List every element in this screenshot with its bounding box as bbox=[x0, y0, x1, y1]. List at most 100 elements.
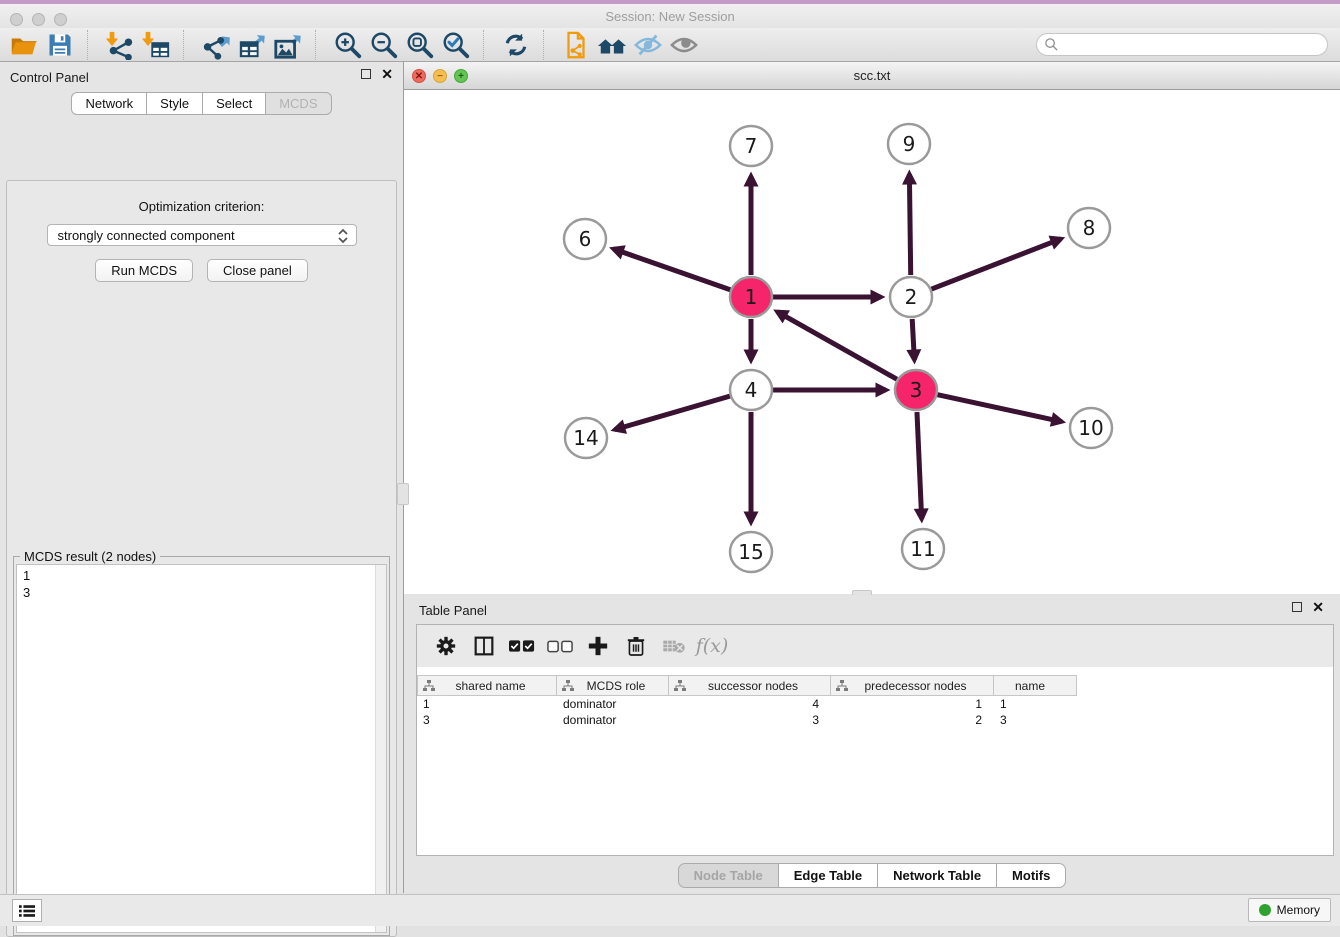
edge-3-10[interactable] bbox=[937, 395, 1061, 422]
export-image-button[interactable] bbox=[270, 29, 306, 61]
deselect-all-button[interactable] bbox=[541, 629, 579, 663]
refresh-layout-button[interactable] bbox=[498, 29, 534, 61]
table-cell[interactable]: 4 bbox=[669, 696, 831, 712]
table-cell[interactable]: 1 bbox=[417, 696, 557, 712]
column-header-MCDS-role[interactable]: MCDS role bbox=[557, 675, 669, 696]
table-row[interactable]: 1dominator411 bbox=[417, 696, 1333, 712]
column-header-successor-nodes[interactable]: successor nodes bbox=[669, 675, 831, 696]
table-cell[interactable]: 3 bbox=[994, 712, 1077, 728]
node-1[interactable]: 1 bbox=[730, 277, 772, 317]
network-window-titlebar[interactable]: ✕ − + scc.txt bbox=[404, 62, 1340, 90]
tab-network[interactable]: Network bbox=[71, 92, 147, 115]
panel-resize-grip[interactable] bbox=[397, 483, 409, 505]
node-6[interactable]: 6 bbox=[564, 219, 606, 259]
import-network-button[interactable] bbox=[102, 29, 138, 61]
column-header-name[interactable]: name bbox=[994, 675, 1077, 696]
select-all-button[interactable] bbox=[503, 629, 541, 663]
tab-network-table[interactable]: Network Table bbox=[878, 863, 997, 888]
tab-node-table[interactable]: Node Table bbox=[678, 863, 779, 888]
node-3[interactable]: 3 bbox=[895, 370, 937, 410]
node-15[interactable]: 15 bbox=[730, 532, 772, 572]
table-cell[interactable]: 1 bbox=[994, 696, 1077, 712]
control-panel: Control Panel ✕ NetworkStyleSelectMCDS O… bbox=[0, 62, 403, 893]
node-10[interactable]: 10 bbox=[1070, 408, 1112, 448]
tab-mcds[interactable]: MCDS bbox=[266, 92, 331, 115]
float-panel-icon[interactable] bbox=[1292, 602, 1302, 612]
node-9[interactable]: 9 bbox=[888, 124, 930, 164]
zoom-selected-button[interactable] bbox=[438, 29, 474, 61]
export-table-button[interactable] bbox=[234, 29, 270, 61]
table-cell[interactable]: 1 bbox=[831, 696, 994, 712]
node-4[interactable]: 4 bbox=[730, 370, 772, 410]
table-cell[interactable]: 3 bbox=[417, 712, 557, 728]
table-cell[interactable]: 2 bbox=[831, 712, 994, 728]
task-history-button[interactable] bbox=[12, 899, 42, 922]
node-14[interactable]: 14 bbox=[565, 418, 607, 458]
edge-2-3[interactable] bbox=[912, 319, 914, 360]
show-column-button[interactable] bbox=[465, 629, 503, 663]
network-minimize-button[interactable]: − bbox=[433, 69, 447, 83]
svg-text:9: 9 bbox=[903, 132, 916, 156]
svg-text:10: 10 bbox=[1078, 416, 1103, 440]
zoom-fit-button[interactable] bbox=[402, 29, 438, 61]
network-close-button[interactable]: ✕ bbox=[412, 69, 426, 83]
tab-motifs[interactable]: Motifs bbox=[997, 863, 1066, 888]
open-session-button[interactable] bbox=[6, 29, 42, 61]
tab-edge-table[interactable]: Edge Table bbox=[779, 863, 878, 888]
close-panel-icon[interactable]: ✕ bbox=[1312, 602, 1324, 612]
memory-status-icon bbox=[1259, 904, 1271, 916]
zoom-in-button[interactable] bbox=[330, 29, 366, 61]
node-7[interactable]: 7 bbox=[730, 126, 772, 166]
edge-2-8[interactable] bbox=[932, 239, 1062, 289]
column-header-predecessor-nodes[interactable]: predecessor nodes bbox=[831, 675, 994, 696]
export-network-button[interactable] bbox=[198, 29, 234, 61]
home-networks-button[interactable] bbox=[594, 29, 630, 61]
network-zoom-button[interactable]: + bbox=[454, 69, 468, 83]
plus-icon bbox=[588, 636, 608, 656]
network-graph[interactable]: 7 9 6 8 1 2 4 3 14 10 15 11 bbox=[404, 90, 1339, 594]
result-scrollbar[interactable] bbox=[375, 565, 386, 932]
table-cell[interactable]: dominator bbox=[557, 696, 669, 712]
table-cell[interactable]: dominator bbox=[557, 712, 669, 728]
duplicate-network-button[interactable] bbox=[558, 29, 594, 61]
float-panel-icon[interactable] bbox=[361, 69, 371, 79]
table-cell[interactable]: 3 bbox=[669, 712, 831, 728]
show-details-button[interactable] bbox=[666, 29, 702, 61]
optimization-criterion-dropdown[interactable]: strongly connected component bbox=[47, 224, 357, 246]
node-11[interactable]: 11 bbox=[902, 529, 944, 569]
edge-3-11[interactable] bbox=[917, 412, 922, 519]
close-panel-icon[interactable]: ✕ bbox=[381, 69, 393, 79]
hide-details-button[interactable] bbox=[630, 29, 666, 61]
delete-column-button[interactable] bbox=[617, 629, 655, 663]
close-window-button[interactable] bbox=[10, 13, 23, 26]
node-table-container: f(x) shared nameMCDS rolesuccessor nodes… bbox=[416, 624, 1334, 856]
zoom-window-button[interactable] bbox=[54, 13, 67, 26]
table-row[interactable]: 3dominator323 bbox=[417, 712, 1333, 728]
edge-4-14[interactable] bbox=[615, 396, 730, 429]
edge-1-6[interactable] bbox=[613, 249, 730, 290]
node-8[interactable]: 8 bbox=[1068, 208, 1110, 248]
zoom-out-button[interactable] bbox=[366, 29, 402, 61]
search-input[interactable] bbox=[1036, 33, 1328, 56]
node-2[interactable]: 2 bbox=[890, 277, 932, 317]
tab-style[interactable]: Style bbox=[147, 92, 203, 115]
table-settings-button[interactable] bbox=[427, 629, 465, 663]
minimize-window-button[interactable] bbox=[32, 13, 45, 26]
column-header-shared-name[interactable]: shared name bbox=[417, 675, 557, 696]
close-panel-button[interactable]: Close panel bbox=[207, 259, 308, 282]
column-type-icon bbox=[836, 680, 848, 692]
import-table-button[interactable] bbox=[138, 29, 174, 61]
add-column-button[interactable] bbox=[579, 629, 617, 663]
edge-2-9[interactable] bbox=[909, 174, 910, 275]
network-canvas[interactable]: 7 9 6 8 1 2 4 3 14 10 15 11 bbox=[404, 90, 1340, 594]
tab-select[interactable]: Select bbox=[203, 92, 266, 115]
save-session-button[interactable] bbox=[42, 29, 78, 61]
run-mcds-button[interactable]: Run MCDS bbox=[95, 259, 193, 282]
delete-table-button-disabled bbox=[655, 629, 693, 663]
memory-button[interactable]: Memory bbox=[1248, 898, 1331, 922]
table-panel: Table Panel ✕ bbox=[403, 595, 1340, 893]
window-traffic-lights[interactable] bbox=[10, 13, 67, 26]
edge-3-1[interactable] bbox=[777, 312, 897, 379]
fx-icon: f(x) bbox=[696, 635, 729, 657]
mcds-result-group: MCDS result (2 nodes) 1 3 bbox=[13, 556, 390, 936]
